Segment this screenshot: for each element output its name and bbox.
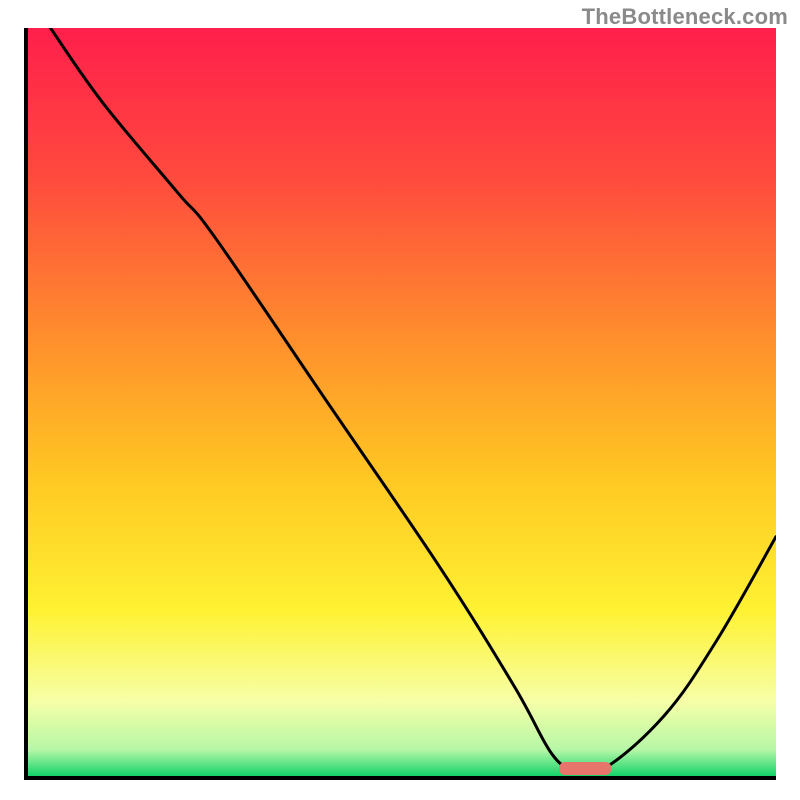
chart-stage: TheBottleneck.com <box>0 0 800 800</box>
optimal-range-marker <box>559 762 611 775</box>
gradient-background <box>28 28 776 776</box>
plot-svg <box>28 28 776 776</box>
watermark-text: TheBottleneck.com <box>582 4 788 30</box>
plot-area <box>24 28 776 780</box>
